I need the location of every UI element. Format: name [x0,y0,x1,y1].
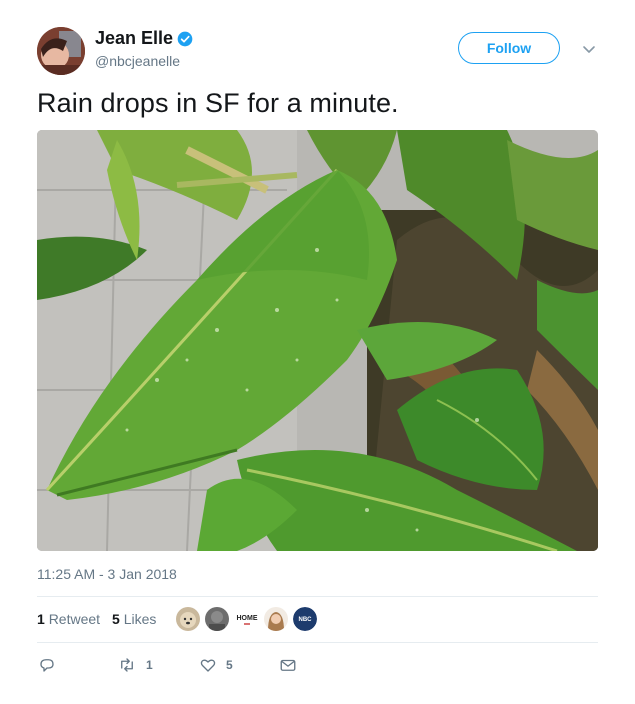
direct-message-icon[interactable] [279,656,297,674]
liker-avatar[interactable]: HOME [234,607,260,631]
user-handle[interactable]: @nbcjeanelle [95,53,180,69]
liker-avatar[interactable] [264,607,288,631]
banana-leaves-image [37,130,598,551]
tweet-stats: 1 Retweet 5 Likes [37,611,156,627]
retweet-stat-label: Retweet [48,611,101,627]
chevron-down-icon[interactable] [582,42,596,56]
heart-icon[interactable] [199,656,217,674]
verified-badge-icon [177,31,193,47]
display-name[interactable]: Jean Elle [95,28,173,49]
likes-stat-count: 5 [112,611,120,627]
liker-3-text: HOME [237,615,258,622]
tweet-timestamp[interactable]: 11:25 AM - 3 Jan 2018 [37,566,177,582]
likes-stat-label: Likes [123,611,157,627]
retweet-icon[interactable] [118,656,136,674]
reply-icon[interactable] [38,656,56,674]
divider [37,596,598,597]
liker-avatar[interactable] [205,607,229,631]
retweet-stat[interactable]: 1 Retweet [37,611,100,627]
retweet-stat-count: 1 [37,611,45,627]
tweet-text: Rain drops in SF for a minute. [37,88,399,118]
avatar[interactable] [37,27,85,75]
follow-button[interactable]: Follow [458,32,560,64]
retweet-count: 1 [146,658,153,672]
tweet-photo[interactable] [37,130,598,551]
liker-5-text: NBC [299,617,313,623]
divider [37,642,598,643]
likes-stat[interactable]: 5 Likes [112,611,156,627]
liker-avatar[interactable] [176,607,200,631]
liker-avatar[interactable]: NBC [293,607,317,631]
like-count: 5 [226,658,233,672]
